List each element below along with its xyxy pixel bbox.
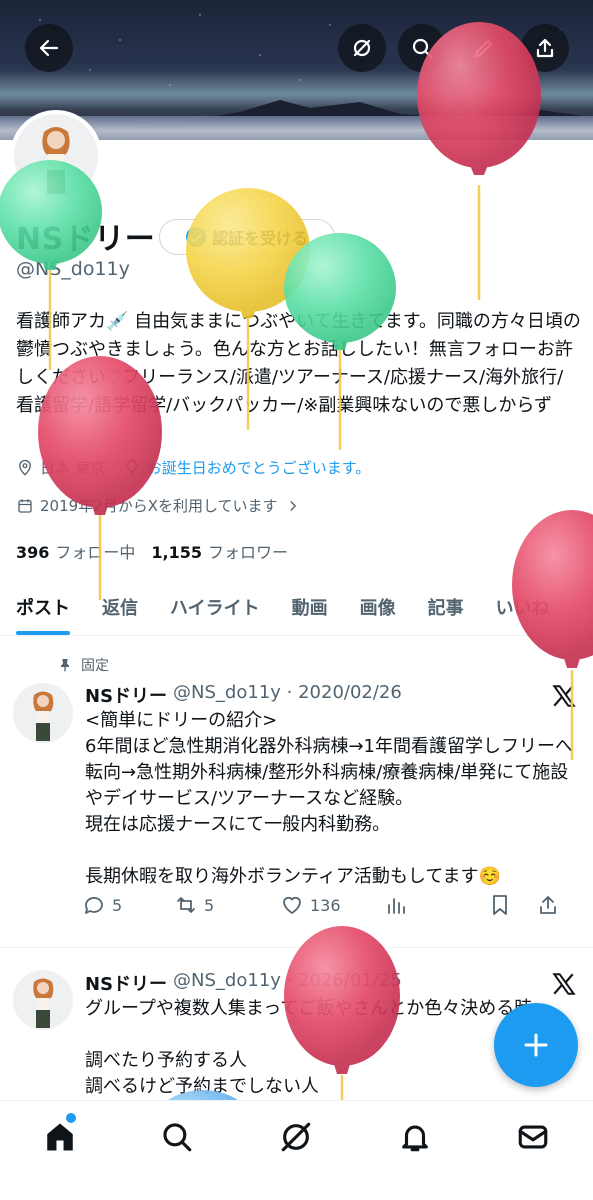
tab-posts[interactable]: ポスト — [0, 578, 86, 635]
share-icon — [540, 896, 556, 914]
profile-tabs: ポスト 返信 ハイライト 動画 画像 記事 いいね — [0, 578, 593, 636]
messages-icon — [518, 1125, 548, 1149]
reply-icon — [85, 897, 103, 914]
tweet-author-name[interactable]: NSドリー — [85, 970, 167, 996]
follow-stats: 396 フォロー中 1,155 フォロワー — [16, 539, 288, 563]
share-button[interactable] — [521, 24, 569, 72]
search-button[interactable] — [398, 24, 446, 72]
repost-icon — [177, 897, 195, 913]
like-count: 136 — [310, 895, 341, 915]
grok-icon — [281, 1122, 311, 1152]
back-arrow-icon — [39, 39, 59, 57]
tab-replies[interactable]: 返信 — [86, 578, 154, 635]
pinned-label: 固定 — [81, 658, 109, 674]
nav-messages[interactable] — [515, 1119, 551, 1155]
nav-grok[interactable] — [278, 1119, 314, 1155]
calendar-icon — [18, 498, 32, 513]
following-count: 396 — [16, 543, 50, 562]
profile-name: NSドリー — [16, 222, 156, 257]
nav-search[interactable] — [159, 1119, 195, 1155]
tweet-meta: @NS_do11y · 2026/01/25 — [173, 970, 402, 991]
tweet-header: NSドリー @NS_do11y · 2026/01/25 — [85, 970, 402, 996]
reply-button[interactable]: 5 — [82, 893, 174, 917]
nav-home[interactable] — [42, 1119, 78, 1155]
following-link[interactable]: 396 フォロー中 — [16, 539, 135, 563]
get-verified-button[interactable]: 認証を受ける — [159, 219, 335, 255]
tab-images[interactable]: 画像 — [344, 578, 412, 635]
edit-icon — [474, 39, 493, 58]
avatar-image — [14, 114, 98, 198]
like-button[interactable]: 136 — [280, 893, 384, 917]
birthday-text[interactable]: お誕生日おめでとうございます。 — [147, 457, 371, 478]
tweet-actions: 5 5 136 — [82, 893, 578, 917]
x-logo-icon — [552, 973, 576, 995]
tweet-meta: @NS_do11y · 2020/02/26 — [173, 682, 402, 703]
grok-button[interactable] — [338, 24, 386, 72]
tweet-avatar[interactable] — [13, 970, 73, 1030]
profile-joined-row[interactable]: 2019年2月からXを利用しています — [16, 495, 302, 516]
share-icon — [536, 38, 554, 58]
profile-meta-location-birthday: 日本 東京 お誕生日おめでとうございます。 — [16, 457, 370, 478]
plus-icon — [524, 1033, 548, 1057]
pinned-indicator: 固定 — [57, 655, 109, 675]
followers-count: 1,155 — [151, 543, 203, 562]
x-logo-icon — [552, 685, 576, 707]
tab-videos[interactable]: 動画 — [276, 578, 344, 635]
profile-avatar[interactable] — [10, 110, 102, 202]
tweet-author-name[interactable]: NSドリー — [85, 682, 167, 708]
profile-handle: @NS_do11y — [16, 258, 130, 280]
tweet-header: NSドリー @NS_do11y · 2020/02/26 — [85, 682, 402, 708]
following-label: フォロー中 — [55, 543, 136, 562]
tweet-divider — [0, 947, 593, 948]
search-icon — [163, 1123, 192, 1152]
back-button[interactable] — [25, 24, 73, 72]
chevron-right-icon — [289, 500, 296, 511]
bookmark-button[interactable] — [488, 893, 536, 917]
profile-joined: 2019年2月からXを利用しています — [40, 497, 278, 515]
bottom-navigation — [0, 1100, 593, 1200]
tweet-text: <簡単にドリーの紹介> 6年間ほど急性期消化器外科病棟→1年間看護留学しフリーへ… — [85, 710, 573, 887]
tab-likes[interactable]: いいね — [480, 578, 566, 635]
pin-icon — [61, 659, 69, 672]
location-pin-icon — [19, 459, 31, 476]
reply-count: 5 — [112, 895, 123, 915]
share-tweet-button[interactable] — [536, 893, 560, 917]
tab-highlights[interactable]: ハイライト — [154, 578, 276, 635]
grok-icon — [353, 39, 371, 57]
notifications-icon — [402, 1125, 428, 1152]
views-icon — [388, 898, 405, 914]
get-verified-label: 認証を受ける — [211, 229, 308, 248]
compose-post-button[interactable] — [494, 1003, 578, 1087]
tab-articles[interactable]: 記事 — [412, 578, 480, 635]
balloon-icon — [126, 459, 137, 475]
nav-notifications[interactable] — [397, 1119, 433, 1155]
profile-location: 日本 東京 — [40, 459, 105, 477]
repost-count: 5 — [204, 895, 215, 915]
followers-link[interactable]: 1,155 フォロワー — [151, 539, 288, 563]
bookmark-icon — [493, 895, 507, 915]
heart-icon — [283, 896, 301, 914]
tweet-avatar[interactable] — [13, 683, 73, 743]
search-icon — [412, 38, 433, 59]
verified-badge-icon — [185, 227, 206, 247]
home-notification-dot — [66, 1113, 76, 1123]
home-icon — [47, 1123, 73, 1151]
repost-button[interactable]: 5 — [174, 893, 280, 917]
edit-profile-button[interactable] — [460, 24, 508, 72]
profile-bio: 看護師アカ💉 自由気ままにつぶやいて生きてます。同職の方々日頃の鬱憤つぶやきまし… — [16, 311, 581, 416]
followers-label: フォロワー — [208, 543, 289, 562]
views-button[interactable] — [384, 893, 488, 917]
